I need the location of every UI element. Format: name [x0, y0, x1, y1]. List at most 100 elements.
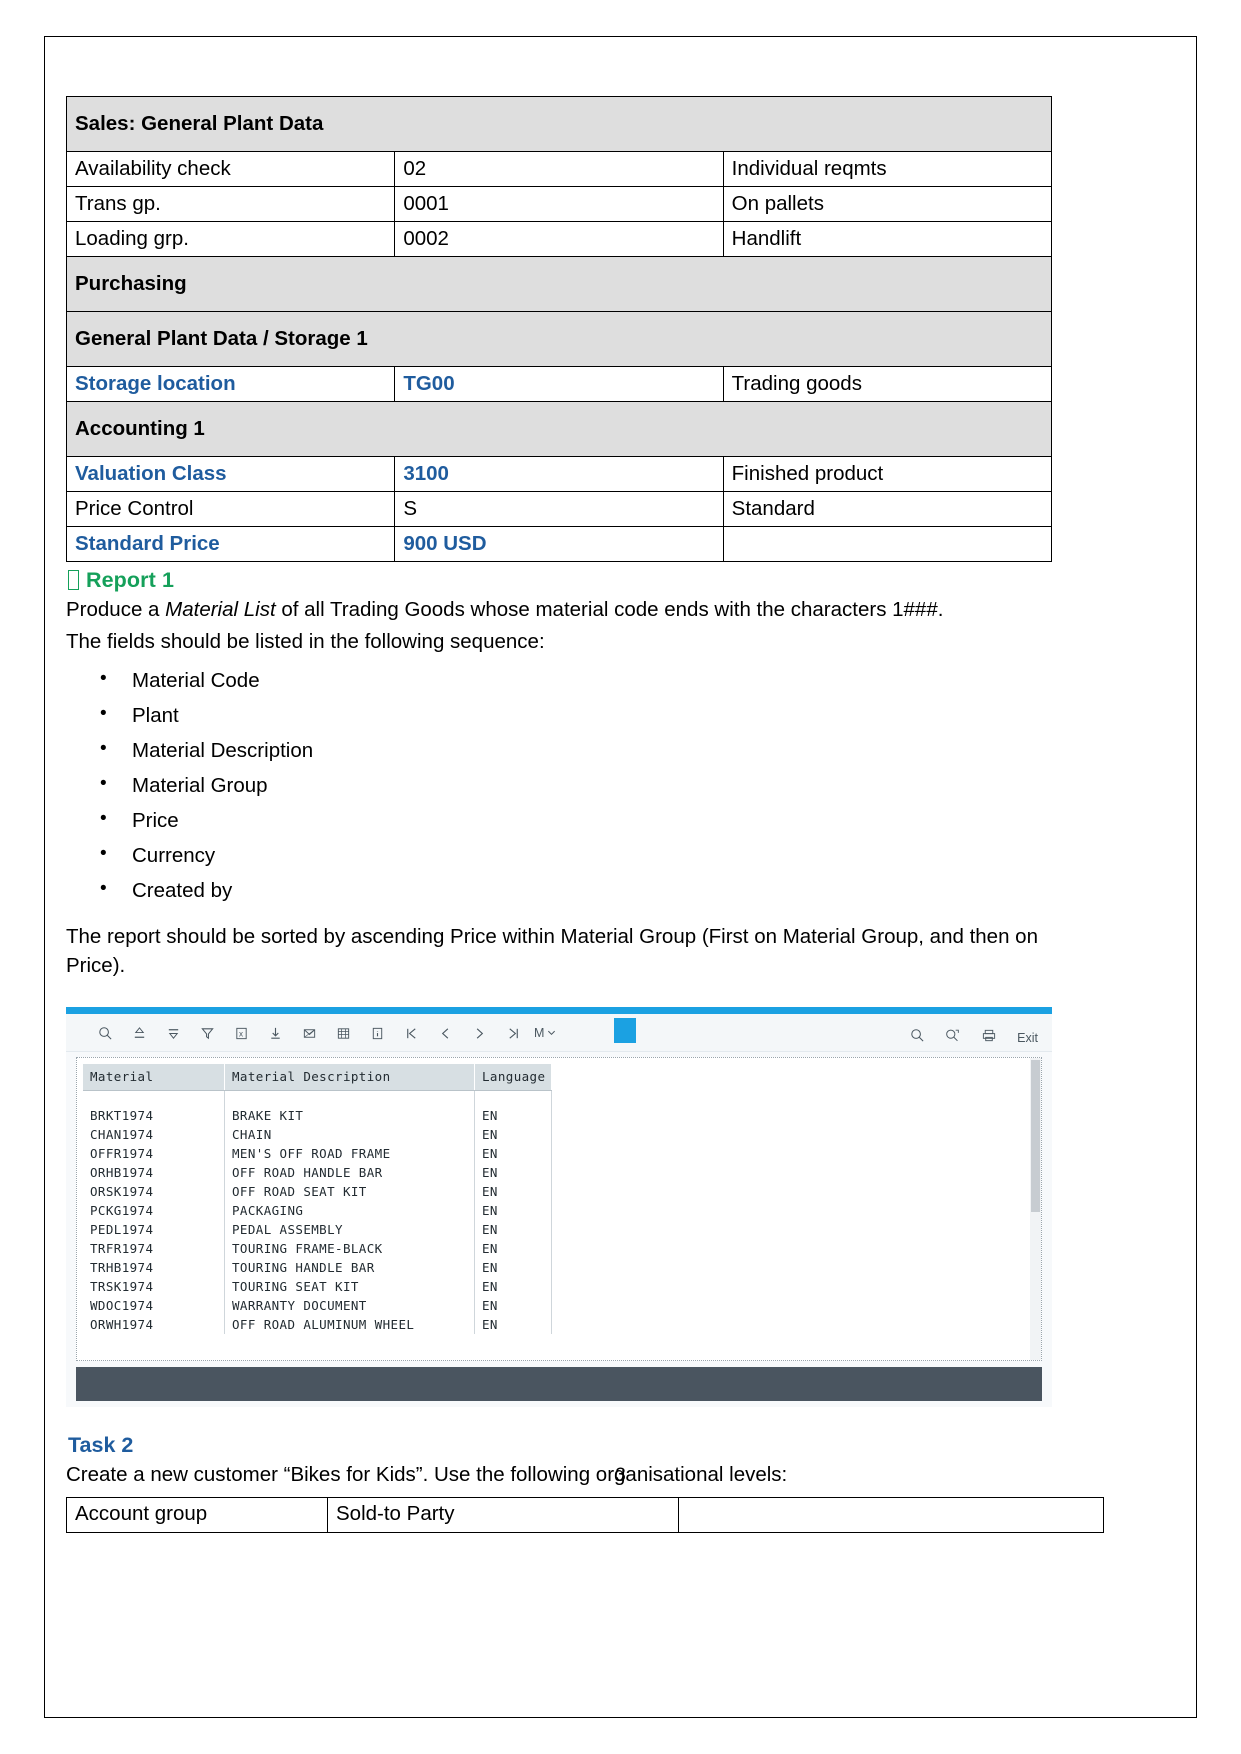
table-row: TRHB1974 TOURING HANDLE BAR EN: [83, 1258, 553, 1278]
cell-language: EN: [474, 1239, 553, 1259]
cell-description: PEDAL ASSEMBLY: [224, 1220, 475, 1240]
field-label: Valuation Class: [65, 456, 396, 492]
list-item: Material Description: [100, 739, 1052, 762]
table-spacer-row: [83, 1090, 553, 1107]
table-section-purchasing: Purchasing: [66, 256, 1052, 312]
cell-material: TRFR1974: [83, 1239, 225, 1259]
previous-page-icon[interactable]: [428, 1021, 462, 1045]
search-icon[interactable]: [910, 1028, 925, 1048]
svg-text:x: x: [238, 1029, 243, 1038]
table-row: PEDL1974 PEDAL ASSEMBLY EN: [83, 1220, 553, 1240]
exit-button[interactable]: Exit: [1017, 1031, 1038, 1045]
section-label-storage: General Plant Data / Storage 1: [66, 311, 1052, 367]
table-section-sales: Sales: General Plant Data: [66, 96, 1052, 152]
report-paragraph-post: of all Trading Goods whose material code…: [275, 598, 944, 621]
info-icon[interactable]: [360, 1021, 394, 1045]
cell-material: OFFR1974: [83, 1144, 225, 1164]
cell-language: EN: [474, 1258, 553, 1278]
cell-description: MEN'S OFF ROAD FRAME: [224, 1144, 475, 1164]
cell-material: PEDL1974: [83, 1220, 225, 1240]
print-icon[interactable]: [981, 1028, 997, 1048]
table-row: ORHB1974 OFF ROAD HANDLE BAR EN: [83, 1163, 553, 1183]
field-description: On pallets: [722, 186, 1053, 222]
field-description: Standard: [722, 491, 1053, 527]
cell-description: OFF ROAD ALUMINUM WHEEL: [224, 1315, 475, 1335]
cell-material: PCKG1974: [83, 1201, 225, 1221]
cell-material: WDOC1974: [83, 1296, 225, 1316]
task2-heading: Task 2: [68, 1433, 134, 1458]
cell-language: EN: [474, 1125, 553, 1145]
sort-ascending-icon[interactable]: [122, 1021, 156, 1045]
cell-description: PACKAGING: [224, 1201, 475, 1221]
task2-label: Account group: [66, 1496, 328, 1533]
field-description: [722, 526, 1053, 562]
list-item: Created by: [100, 879, 1052, 902]
table-row: Standard Price 900 USD: [65, 526, 1053, 562]
table-section-storage: General Plant Data / Storage 1: [66, 311, 1052, 367]
field-value: 3100: [394, 456, 724, 492]
selection-cursor-highlight: [614, 1018, 636, 1044]
list-item: Plant: [100, 704, 1052, 727]
plant-data-table: Sales: General Plant Data Availability c…: [65, 96, 1053, 562]
field-value: 0002: [394, 221, 724, 257]
last-page-icon[interactable]: [496, 1021, 530, 1045]
sap-toolbar-left-icons: x M: [88, 1021, 556, 1045]
filter-icon[interactable]: [190, 1021, 224, 1045]
table-row: TRSK1974 TOURING SEAT KIT EN: [83, 1277, 553, 1297]
report-paragraph-italic: Material List: [165, 598, 276, 621]
spreadsheet-icon[interactable]: x: [224, 1021, 258, 1045]
sap-toolbar-right-icons: Exit: [910, 1028, 1038, 1048]
task2-value: Sold-to Party: [327, 1496, 679, 1533]
table-row: PCKG1974 PACKAGING EN: [83, 1201, 553, 1221]
magnifier-icon[interactable]: [88, 1021, 122, 1045]
document-page: Sales: General Plant Data Availability c…: [0, 0, 1241, 1754]
table-row: ORWH1974 OFF ROAD ALUMINUM WHEEL EN: [83, 1315, 553, 1335]
field-label: Availability check: [65, 151, 396, 187]
table-row: ORSK1974 OFF ROAD SEAT KIT EN: [83, 1182, 553, 1202]
report-paragraph-pre: Produce a: [66, 598, 166, 621]
list-item: Material Group: [100, 774, 1052, 797]
report-field-list: Material Code Plant Material Description…: [66, 669, 1052, 902]
cell-language: EN: [474, 1220, 553, 1240]
table-row: Loading grp. 0002 Handlift: [65, 221, 1053, 257]
column-header-material-description[interactable]: Material Description: [224, 1064, 475, 1092]
table-section-accounting: Accounting 1: [66, 401, 1052, 457]
grid-icon[interactable]: [326, 1021, 360, 1045]
cell-language: EN: [474, 1296, 553, 1316]
more-menu-button[interactable]: M: [534, 1026, 556, 1040]
field-value: 900 USD: [394, 526, 724, 562]
page-content: Sales: General Plant Data Availability c…: [65, 96, 1104, 1533]
section-label-sales: Sales: General Plant Data: [66, 96, 1052, 152]
sort-descending-icon[interactable]: [156, 1021, 190, 1045]
sap-accent-bar: [66, 1007, 1052, 1015]
column-header-material[interactable]: Material: [83, 1064, 225, 1092]
report-heading: Report 1: [68, 568, 1052, 593]
report-paragraph: Produce a Material List of all Trading G…: [66, 596, 1052, 625]
table-row: Trans gp. 0001 On pallets: [65, 186, 1053, 222]
column-header-language[interactable]: Language: [474, 1064, 553, 1092]
field-value: 0001: [394, 186, 724, 222]
cell-material: ORSK1974: [83, 1182, 225, 1202]
cell-material: ORWH1974: [83, 1315, 225, 1335]
task2-table: Account group Sold-to Party: [66, 1496, 1104, 1533]
cell-description: TOURING SEAT KIT: [224, 1277, 475, 1297]
next-page-icon[interactable]: [462, 1021, 496, 1045]
scrollbar-thumb[interactable]: [1031, 1060, 1040, 1213]
field-value: TG00: [394, 366, 724, 402]
cell-material: ORHB1974: [83, 1163, 225, 1183]
search-next-icon[interactable]: [945, 1028, 961, 1048]
sap-toolbar: x M Exit: [66, 1014, 1052, 1053]
cell-language: EN: [474, 1163, 553, 1183]
field-label: Trans gp.: [65, 186, 396, 222]
cell-language: EN: [474, 1315, 553, 1335]
cell-material: CHAN1974: [83, 1125, 225, 1145]
download-icon[interactable]: [258, 1021, 292, 1045]
cell-material: TRHB1974: [83, 1258, 225, 1278]
table-row: Account group Sold-to Party: [66, 1496, 1104, 1533]
table-row: CHAN1974 CHAIN EN: [83, 1125, 553, 1145]
field-label: Loading grp.: [65, 221, 396, 257]
mail-icon[interactable]: [292, 1021, 326, 1045]
cell-language: EN: [474, 1106, 553, 1126]
first-page-icon[interactable]: [394, 1021, 428, 1045]
vertical-scrollbar[interactable]: [1030, 1058, 1041, 1361]
